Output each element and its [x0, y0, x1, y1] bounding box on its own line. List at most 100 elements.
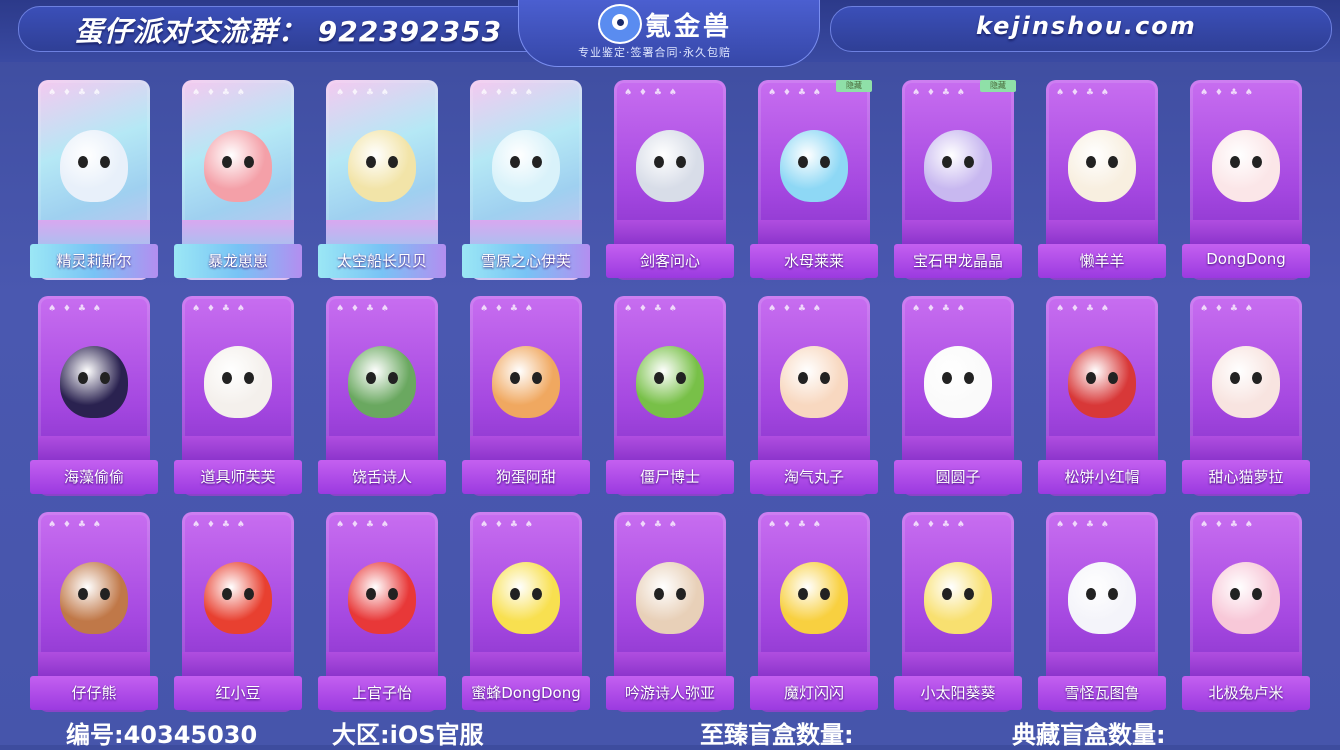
skin-name: 太空船长贝贝 [336, 252, 427, 270]
card-suit-icons: ♠ ♦ ♣ ♠ [336, 88, 391, 98]
skin-card[interactable]: ♠ ♦ ♣ ♠ 上官子怡 [318, 512, 446, 712]
skin-card[interactable]: ♠ ♦ ♣ ♠ 北极兔卢米 [1182, 512, 1310, 712]
card-suit-icons: ♠ ♦ ♣ ♠ [912, 88, 967, 98]
card-suit-icons: ♠ ♦ ♣ ♠ [48, 520, 103, 530]
skin-name: 饶舌诗人 [351, 468, 412, 486]
character-figure [636, 346, 704, 418]
skin-name: 甜心猫萝拉 [1208, 468, 1284, 486]
skin-name: 剑客问心 [639, 252, 700, 270]
skin-name: 蜜蜂DongDong [471, 684, 581, 702]
skin-card[interactable]: ♠ ♦ ♣ ♠ 剑客问心 [606, 80, 734, 280]
card-suit-icons: ♠ ♦ ♣ ♠ [624, 88, 679, 98]
skin-name: 北极兔卢米 [1208, 684, 1284, 702]
skin-name: 海藻偷偷 [63, 468, 124, 486]
card-suit-icons: ♠ ♦ ♣ ♠ [768, 88, 823, 98]
group-number-text: 蛋仔派对交流群： 922392353 [75, 15, 503, 48]
skin-card[interactable]: ♠ ♦ ♣ ♠ 饶舌诗人 [318, 296, 446, 496]
card-suit-icons: ♠ ♦ ♣ ♠ [336, 304, 391, 314]
skin-name: 雪怪瓦图鲁 [1064, 684, 1140, 702]
character-figure [492, 346, 560, 418]
skin-card[interactable]: ♠ ♦ ♣ ♠ 精灵莉斯尔 [30, 80, 158, 280]
skin-name: 狗蛋阿甜 [495, 468, 556, 486]
logo-monster-icon [598, 4, 642, 44]
character-figure [780, 346, 848, 418]
character-figure [60, 346, 128, 418]
character-figure [1068, 130, 1136, 202]
skin-card[interactable]: ♠ ♦ ♣ ♠ 隐藏宝石甲龙晶晶 [894, 80, 1022, 280]
skin-name: 淘气丸子 [783, 468, 844, 486]
skin-card[interactable]: ♠ ♦ ♣ ♠ 红小豆 [174, 512, 302, 712]
character-figure [204, 346, 272, 418]
hidden-badge: 隐藏 [836, 80, 872, 92]
character-figure [348, 130, 416, 202]
skin-card[interactable]: ♠ ♦ ♣ ♠ 蜜蜂DongDong [462, 512, 590, 712]
card-suit-icons: ♠ ♦ ♣ ♠ [48, 304, 103, 314]
skin-name: 圆圆子 [935, 468, 981, 486]
card-suit-icons: ♠ ♦ ♣ ♠ [480, 304, 535, 314]
skin-name: 小太阳葵葵 [920, 684, 996, 702]
card-suit-icons: ♠ ♦ ♣ ♠ [1200, 520, 1255, 530]
skin-card[interactable]: ♠ ♦ ♣ ♠ DongDong [1182, 80, 1310, 280]
skin-name: 宝石甲龙晶晶 [912, 252, 1003, 270]
skin-card[interactable]: ♠ ♦ ♣ ♠ 暴龙崽崽 [174, 80, 302, 280]
skin-card[interactable]: ♠ ♦ ♣ ♠ 吟游诗人弥亚 [606, 512, 734, 712]
hidden-badge: 隐藏 [980, 80, 1016, 92]
logo-subtitle: 专业鉴定·签署合同·永久包赔 [578, 46, 731, 59]
character-figure [924, 562, 992, 634]
card-suit-icons: ♠ ♦ ♣ ♠ [480, 88, 535, 98]
card-suit-icons: ♠ ♦ ♣ ♠ [336, 520, 391, 530]
skin-card[interactable]: ♠ ♦ ♣ ♠ 太空船长贝贝 [318, 80, 446, 280]
skin-name: 仔仔熊 [71, 684, 117, 702]
skin-name: 暴龙崽崽 [207, 252, 268, 270]
character-figure [636, 130, 704, 202]
card-suit-icons: ♠ ♦ ♣ ♠ [768, 304, 823, 314]
skin-name: 雪原之心伊芙 [480, 252, 571, 270]
logo-title: 氪金兽 [645, 12, 733, 42]
skin-card[interactable]: ♠ ♦ ♣ ♠ 雪原之心伊芙 [462, 80, 590, 280]
card-suit-icons: ♠ ♦ ♣ ♠ [192, 88, 247, 98]
header-bar: 氪金兽 专业鉴定·签署合同·永久包赔 蛋仔派对交流群： 922392353 ke… [0, 0, 1340, 67]
skin-card[interactable]: ♠ ♦ ♣ ♠ 道具师芙芙 [174, 296, 302, 496]
skin-card[interactable]: ♠ ♦ ♣ ♠ 僵尸博士 [606, 296, 734, 496]
skin-name: 水母莱莱 [783, 252, 844, 270]
skin-name: 懒羊羊 [1079, 252, 1125, 270]
skin-name: DongDong [1206, 250, 1286, 268]
skin-card[interactable]: ♠ ♦ ♣ ♠ 仔仔熊 [30, 512, 158, 712]
skin-card[interactable]: ♠ ♦ ♣ ♠ 小太阳葵葵 [894, 512, 1022, 712]
skin-card[interactable]: ♠ ♦ ♣ ♠ 狗蛋阿甜 [462, 296, 590, 496]
character-figure [204, 562, 272, 634]
skin-card[interactable]: ♠ ♦ ♣ ♠ 松饼小红帽 [1038, 296, 1166, 496]
skin-card[interactable]: ♠ ♦ ♣ ♠ 雪怪瓦图鲁 [1038, 512, 1166, 712]
skin-card[interactable]: ♠ ♦ ♣ ♠ 隐藏水母莱莱 [750, 80, 878, 280]
site-url[interactable]: kejinshou.com [976, 12, 1197, 40]
character-figure [636, 562, 704, 634]
character-figure [492, 562, 560, 634]
card-suit-icons: ♠ ♦ ♣ ♠ [1200, 304, 1255, 314]
footer-bar: 编号:40345030 大区:iOS官服 至臻盲盒数量: 典藏盲盒数量: [0, 713, 1340, 749]
card-suit-icons: ♠ ♦ ♣ ♠ [1056, 520, 1111, 530]
skin-name: 吟游诗人弥亚 [624, 684, 715, 702]
skin-card[interactable]: ♠ ♦ ♣ ♠ 圆圆子 [894, 296, 1022, 496]
card-suit-icons: ♠ ♦ ♣ ♠ [192, 520, 247, 530]
skin-card[interactable]: ♠ ♦ ♣ ♠ 魔灯闪闪 [750, 512, 878, 712]
skin-card[interactable]: ♠ ♦ ♣ ♠ 海藻偷偷 [30, 296, 158, 496]
skin-card[interactable]: ♠ ♦ ♣ ♠ 淘气丸子 [750, 296, 878, 496]
character-figure [1212, 562, 1280, 634]
character-figure [780, 130, 848, 202]
character-figure [780, 562, 848, 634]
skin-name: 红小豆 [215, 684, 261, 702]
card-suit-icons: ♠ ♦ ♣ ♠ [480, 520, 535, 530]
character-figure [1212, 346, 1280, 418]
skin-name: 道具师芙芙 [200, 468, 276, 486]
skin-card[interactable]: ♠ ♦ ♣ ♠ 懒羊羊 [1038, 80, 1166, 280]
character-figure [1068, 562, 1136, 634]
card-suit-icons: ♠ ♦ ♣ ♠ [912, 304, 967, 314]
card-suit-icons: ♠ ♦ ♣ ♠ [768, 520, 823, 530]
character-figure [924, 346, 992, 418]
card-suit-icons: ♠ ♦ ♣ ♠ [624, 520, 679, 530]
skin-name: 僵尸博士 [639, 468, 700, 486]
skin-name: 精灵莉斯尔 [56, 252, 132, 270]
character-figure [204, 130, 272, 202]
character-figure [1212, 130, 1280, 202]
skin-card[interactable]: ♠ ♦ ♣ ♠ 甜心猫萝拉 [1182, 296, 1310, 496]
